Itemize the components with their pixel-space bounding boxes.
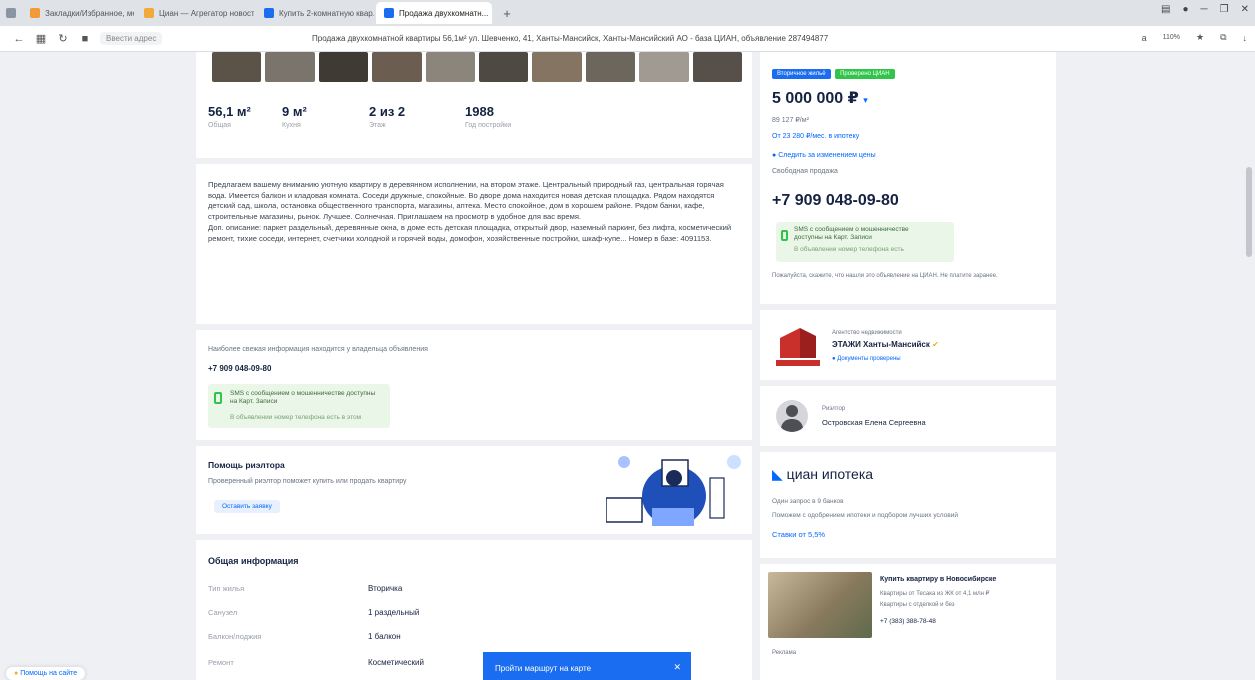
- photo-thumbnail[interactable]: [212, 52, 262, 82]
- tab-bar: Закладки/Избранное, меню Циан — Агрегато…: [0, 0, 1255, 26]
- photo-thumbnail[interactable]: [585, 52, 636, 82]
- photo-thumbnail[interactable]: [479, 52, 529, 82]
- sale-status: Свободная продажа: [772, 168, 838, 175]
- agency-name[interactable]: ЭТАЖИ Ханты-Мансийск ✔: [832, 340, 939, 349]
- agent-role: Риэлтор: [822, 406, 846, 412]
- sms-notice: SMS с сообщением о мошенничестве доступн…: [208, 384, 390, 428]
- cian-logo-icon: ◣: [772, 466, 783, 482]
- contact-note: Наиболее свежая информация находится у в…: [208, 346, 428, 353]
- maximize-icon[interactable]: ❐: [1220, 4, 1229, 15]
- page-title: Продажа двухкомнатной квартиры 56,1м² ул…: [312, 34, 829, 43]
- photo-thumbnail[interactable]: [425, 52, 476, 82]
- bookmark-icon[interactable]: ★: [1196, 32, 1204, 43]
- share-icon[interactable]: ⧉: [1220, 32, 1226, 43]
- bell-icon: ●: [772, 152, 777, 159]
- shield-icon: ●: [832, 356, 836, 362]
- stat-area: 56,1 м² Общая: [208, 104, 251, 129]
- photo-strip[interactable]: [212, 52, 743, 82]
- window-controls: ▤ ● ─ ❐ ✕: [1161, 4, 1249, 15]
- agent-name[interactable]: Островская Елена Сергеевна: [822, 418, 926, 427]
- map-route-banner[interactable]: Пройти маршрут на карте ✕: [483, 652, 691, 680]
- address-bar-actions: a 110% ★ ⧉ ↓: [1142, 32, 1247, 43]
- ad-line2: Квартиры с отделкой и без: [880, 602, 955, 608]
- tab-3[interactable]: Купить 2-комнатную квар...: [256, 2, 374, 24]
- account-icon[interactable]: ●: [1183, 4, 1189, 15]
- tab-bookmarks[interactable]: [2, 2, 20, 24]
- scrollbar-thumb[interactable]: [1246, 167, 1252, 257]
- stat-year: 1988 Год постройки: [465, 104, 512, 129]
- photo-thumbnail[interactable]: [692, 52, 743, 82]
- tab-favicon: [264, 8, 274, 18]
- site-help-button[interactable]: ● Помощь на сайте: [6, 667, 86, 680]
- tab-1[interactable]: Закладки/Избранное, меню: [22, 2, 134, 24]
- watch-price[interactable]: ● Следить за изменением цены: [772, 152, 876, 159]
- tab-favicon: [144, 8, 154, 18]
- new-tab-button[interactable]: +: [498, 4, 516, 22]
- price-per-meter: 89 127 ₽/м²: [772, 117, 809, 124]
- avatar: [776, 400, 808, 432]
- mortgage-line2: Поможем с одобрением ипотеки и подбором …: [772, 512, 958, 519]
- help-icon: ●: [14, 670, 19, 677]
- sms-icon: [214, 392, 222, 404]
- lock-icon: ■: [81, 32, 89, 45]
- reader-icon[interactable]: a: [1142, 33, 1147, 43]
- tab-favicon: [30, 8, 40, 18]
- mortgage-line1: Один запрос в 9 банков: [772, 498, 844, 505]
- sidebar-icon: [6, 8, 16, 18]
- mortgage-rate-link[interactable]: Ставки от 5,5%: [772, 530, 825, 539]
- photo-thumbnail[interactable]: [532, 52, 582, 82]
- agency-type: Агентство недвижимости: [832, 330, 902, 336]
- agency-logo: [776, 326, 820, 368]
- close-banner-icon[interactable]: ✕: [673, 662, 681, 673]
- sidebar-sms-notice: SMS с сообщением о мошенничестве доступн…: [776, 222, 954, 262]
- photo-thumbnail[interactable]: [639, 52, 689, 82]
- tab-favicon: [384, 8, 394, 18]
- mortgage-link[interactable]: От 23 280 ₽/мес. в ипотеку: [772, 132, 859, 140]
- zoom-level[interactable]: 110%: [1163, 34, 1180, 41]
- chevron-down-icon[interactable]: ▾: [863, 95, 868, 105]
- ad-label: Реклама: [772, 650, 797, 656]
- help-request-button[interactable]: Оставить заявку: [214, 500, 280, 513]
- page-scrollbar[interactable]: [1243, 52, 1255, 680]
- price: 5 000 000 ₽ ▾: [772, 90, 868, 107]
- contact-phone[interactable]: +7 909 048-09-80: [208, 364, 271, 373]
- seller-phone[interactable]: +7 909 048-09-80: [772, 192, 899, 210]
- disclaimer: Пожалуйста, скажите, что нашли это объяв…: [772, 273, 998, 279]
- tabs-icon[interactable]: ▦: [30, 32, 52, 45]
- help-text: Проверенный риэлтор поможет купить или п…: [208, 478, 407, 485]
- ad-phone[interactable]: +7 (383) 388-78-48: [880, 618, 936, 625]
- download-icon[interactable]: ↓: [1243, 33, 1248, 43]
- badges: Вторичное жильё Проверено ЦИАН: [772, 62, 895, 80]
- badge-verified: Проверено ЦИАН: [835, 69, 895, 79]
- mortgage-logo: ◣ циан ипотека: [772, 466, 874, 482]
- listing-description: Предлагаем вашему вниманию уютную кварти…: [208, 180, 732, 243]
- back-icon[interactable]: ←: [8, 33, 30, 45]
- realtor-illustration: [605, 448, 746, 532]
- badge-secondary: Вторичное жильё: [772, 69, 831, 79]
- ad-image[interactable]: [768, 572, 872, 638]
- photo-thumbnail[interactable]: [318, 52, 369, 82]
- ad-title[interactable]: Купить квартиру в Новосибирске: [880, 576, 1048, 583]
- close-window-icon[interactable]: ✕: [1241, 4, 1249, 15]
- info-title: Общая информация: [208, 556, 299, 566]
- ad-line1: Квартиры от Тесака из ЖК от 4,1 млн ₽: [880, 591, 990, 597]
- address-bar: ← ▦ ↻ ■ Ввести адрес Продажа двухкомнатн…: [0, 26, 1255, 52]
- stat-kitchen: 9 м² Кухня: [282, 104, 307, 129]
- photo-thumbnail[interactable]: [372, 52, 422, 82]
- tab-active[interactable]: Продажа двухкомнатн...✕: [376, 2, 492, 24]
- reload-icon[interactable]: ↻: [52, 32, 74, 45]
- collections-icon[interactable]: ▤: [1161, 4, 1170, 15]
- minimize-icon[interactable]: ─: [1201, 4, 1208, 15]
- url-input[interactable]: Ввести адрес: [100, 32, 163, 45]
- sms-icon: [781, 230, 788, 241]
- verified-icon: ✔: [932, 340, 939, 349]
- agency-docs: ● Документы проверены: [832, 356, 901, 362]
- tab-2[interactable]: Циан — Агрегатор новостей: [136, 2, 254, 24]
- stat-floor: 2 из 2 Этаж: [369, 104, 406, 129]
- photo-thumbnail[interactable]: [265, 52, 315, 82]
- help-title: Помощь риэлтора: [208, 460, 285, 470]
